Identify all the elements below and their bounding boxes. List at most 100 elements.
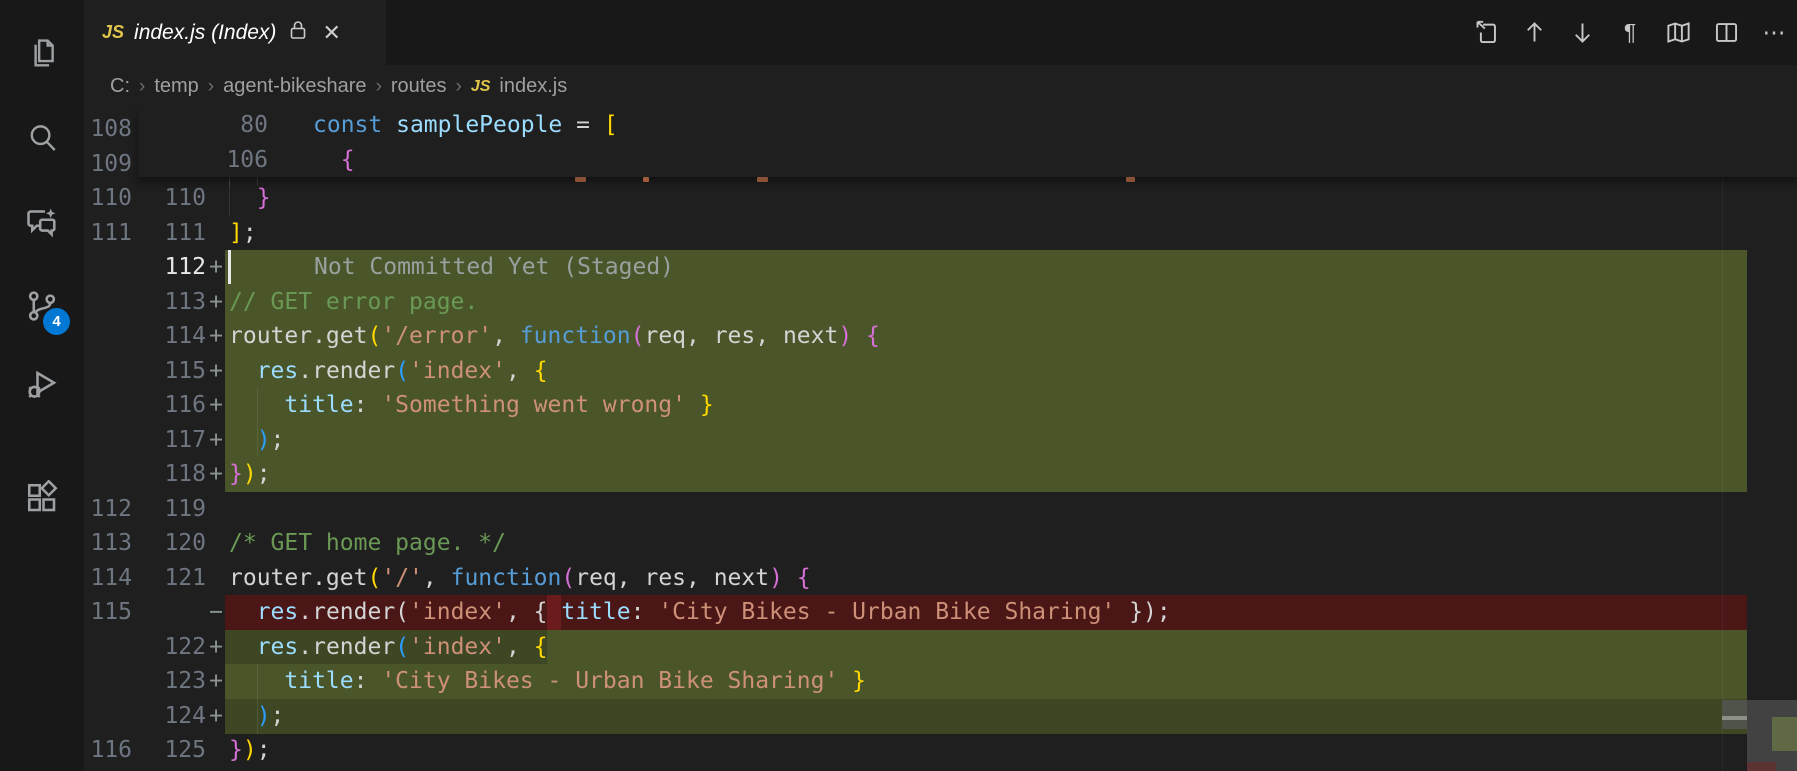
diff-sign: + bbox=[208, 354, 224, 389]
diff-sign: + bbox=[208, 319, 224, 354]
breadcrumb-segment[interactable]: routes bbox=[391, 75, 447, 98]
line-number-original[interactable]: 111 bbox=[86, 216, 132, 251]
previous-change-icon[interactable] bbox=[1519, 18, 1549, 48]
line-number-modified: 106 bbox=[138, 143, 268, 178]
indent-guide bbox=[257, 177, 258, 186]
code-line[interactable]: 113120 /* GET home page. */ bbox=[84, 526, 1797, 561]
line-content: } bbox=[229, 181, 271, 216]
line-number-original[interactable] bbox=[86, 319, 132, 354]
source-control-icon[interactable]: 4 bbox=[0, 273, 84, 339]
tab-close-icon[interactable]: ✕ bbox=[322, 20, 340, 46]
line-number-original[interactable] bbox=[86, 388, 132, 423]
line-number-original[interactable]: 115 bbox=[86, 595, 132, 630]
explorer-icon[interactable] bbox=[0, 21, 84, 87]
line-content: /* GET home page. */ bbox=[229, 526, 506, 561]
tab-index-js[interactable]: JS index.js (Index) ✕ bbox=[84, 0, 386, 65]
line-number-modified[interactable]: 122 bbox=[138, 630, 206, 665]
code-line[interactable]: 116125}); bbox=[84, 733, 1797, 768]
line-number-modified[interactable]: 118 bbox=[138, 457, 206, 492]
line-number-modified[interactable]: 123 bbox=[138, 664, 206, 699]
code-line[interactable]: 113+// GET error page. bbox=[84, 285, 1797, 320]
line-number-original[interactable]: 116 bbox=[86, 733, 132, 768]
more-actions-icon[interactable]: ⋯ bbox=[1759, 18, 1789, 48]
line-number-modified[interactable]: 120 bbox=[138, 526, 206, 561]
js-file-icon: JS bbox=[471, 78, 491, 96]
line-number-modified[interactable]: 110 bbox=[138, 181, 206, 216]
next-change-icon[interactable] bbox=[1567, 18, 1597, 48]
line-number-modified[interactable]: 113 bbox=[138, 285, 206, 320]
line-number-modified[interactable]: 119 bbox=[138, 492, 206, 527]
line-number-original[interactable]: 110 bbox=[86, 181, 132, 216]
breadcrumb: C:›temp›agent-bikeshare›routes›JSindex.j… bbox=[84, 65, 1797, 108]
line-number-modified[interactable]: 125 bbox=[138, 733, 206, 768]
activity-bar: 4 bbox=[0, 0, 84, 771]
breadcrumb-segment[interactable]: agent-bikeshare bbox=[223, 75, 366, 98]
line-number-modified[interactable]: 117 bbox=[138, 423, 206, 458]
line-number-modified[interactable] bbox=[138, 595, 206, 630]
code-line[interactable]: 117+ ); bbox=[84, 423, 1797, 458]
tab-title: index.js (Index) bbox=[134, 21, 276, 45]
code-line[interactable]: 118+}); bbox=[84, 457, 1797, 492]
line-number-modified[interactable]: 112 bbox=[138, 250, 206, 285]
minimap-slider[interactable] bbox=[1722, 700, 1747, 729]
code-line[interactable]: 110110 } bbox=[84, 181, 1797, 216]
clipped-text-fragment bbox=[575, 177, 586, 182]
code-line[interactable]: 114+router.get('/error', function(req, r… bbox=[84, 319, 1797, 354]
inserted-line-background bbox=[225, 699, 1747, 734]
breadcrumb-segment[interactable]: C: bbox=[110, 75, 130, 98]
line-number-original[interactable] bbox=[86, 457, 132, 492]
code-line[interactable]: 124+ ); bbox=[84, 699, 1797, 734]
code-line[interactable]: 116+ title: 'Something went wrong' } bbox=[84, 388, 1797, 423]
text-cursor bbox=[228, 250, 231, 284]
code-line[interactable]: 115− res.render('index', { title: 'City … bbox=[84, 595, 1797, 630]
line-number-original[interactable] bbox=[86, 250, 132, 285]
line-content: title: 'City Bikes - Urban Bike Sharing'… bbox=[229, 664, 866, 699]
line-number-modified[interactable]: 121 bbox=[138, 561, 206, 596]
line-number-original[interactable] bbox=[86, 664, 132, 699]
clipped-text-fragment bbox=[1126, 177, 1135, 182]
clipped-text-fragment bbox=[757, 177, 768, 182]
extensions-icon[interactable] bbox=[0, 465, 84, 531]
sticky-scroll-line[interactable]: 80const samplePeople = [ bbox=[138, 108, 1797, 143]
code-line[interactable]: 114121router.get('/', function(req, res,… bbox=[84, 561, 1797, 596]
code-line[interactable]: 123+ title: 'City Bikes - Urban Bike Sha… bbox=[84, 664, 1797, 699]
sticky-scroll-line[interactable]: 106 { bbox=[138, 143, 1797, 178]
open-file-icon[interactable] bbox=[1471, 18, 1501, 48]
breadcrumb-file[interactable]: index.js bbox=[499, 75, 567, 98]
code-line[interactable]: 112+Not Committed Yet (Staged) bbox=[84, 250, 1797, 285]
line-number-modified[interactable]: 115 bbox=[138, 354, 206, 389]
line-number-original[interactable] bbox=[86, 630, 132, 665]
line-number-modified[interactable]: 111 bbox=[138, 216, 206, 251]
line-number-modified[interactable]: 116 bbox=[138, 388, 206, 423]
search-icon[interactable] bbox=[0, 105, 84, 171]
code-editor[interactable]: 108109110110 }111111];112+Not Committed … bbox=[84, 108, 1797, 771]
code-line[interactable]: 115+ res.render('index', { bbox=[84, 354, 1797, 389]
chat-icon[interactable] bbox=[0, 189, 84, 255]
run-and-debug-icon[interactable] bbox=[0, 352, 84, 418]
code-line[interactable]: 111111]; bbox=[84, 216, 1797, 251]
minimap-slider-handle[interactable] bbox=[1722, 716, 1747, 720]
js-file-icon: JS bbox=[102, 22, 124, 43]
line-content: }); bbox=[229, 457, 271, 492]
line-number-original[interactable] bbox=[86, 285, 132, 320]
split-editor-icon[interactable] bbox=[1711, 18, 1741, 48]
line-number-original[interactable]: 113 bbox=[86, 526, 132, 561]
line-number-original[interactable] bbox=[86, 423, 132, 458]
toggle-whitespace-icon[interactable]: ¶ bbox=[1615, 18, 1645, 48]
collapse-unchanged-regions-icon[interactable] bbox=[1663, 18, 1693, 48]
line-number-original[interactable]: 114 bbox=[86, 561, 132, 596]
code-line[interactable]: 112119 bbox=[84, 492, 1797, 527]
line-number-original[interactable] bbox=[86, 699, 132, 734]
code-line[interactable]: 122+ res.render('index', { bbox=[84, 630, 1797, 665]
line-number-original[interactable]: 109 bbox=[86, 147, 132, 182]
line-number-modified[interactable]: 124 bbox=[138, 699, 206, 734]
source-control-badge: 4 bbox=[43, 308, 70, 335]
minimap-added-lines-marker bbox=[1772, 717, 1797, 751]
line-number-original[interactable]: 108 bbox=[86, 112, 132, 147]
line-number-original[interactable]: 112 bbox=[86, 492, 132, 527]
diff-sign: + bbox=[208, 457, 224, 492]
line-number-original[interactable] bbox=[86, 354, 132, 389]
line-number-modified[interactable]: 114 bbox=[138, 319, 206, 354]
breadcrumb-segment[interactable]: temp bbox=[154, 75, 198, 98]
vscode-diff-editor: 4 JS index.js (Index) bbox=[0, 0, 1797, 771]
